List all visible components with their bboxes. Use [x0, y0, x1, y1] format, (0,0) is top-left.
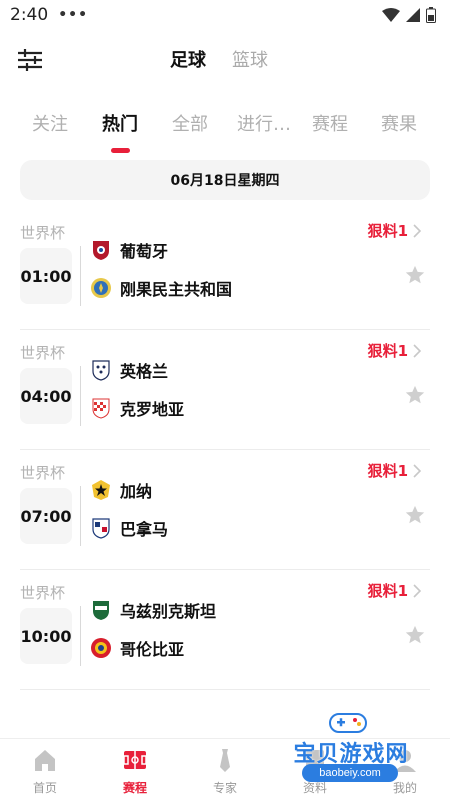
sport-tabs: 足球 篮球	[170, 46, 268, 72]
divider	[80, 246, 81, 306]
league-label: 世界杯	[20, 344, 66, 362]
notification-dots-icon: •••	[58, 7, 89, 23]
nav-schedule[interactable]: 赛程	[105, 747, 165, 796]
active-tab-indicator	[111, 148, 130, 153]
nav-label: 资料	[302, 781, 327, 795]
nav-label: 我的	[392, 781, 417, 795]
home-team[interactable]: 葡萄牙	[90, 238, 168, 262]
favorite-star-icon[interactable]	[404, 384, 426, 406]
chevron-right-icon	[413, 463, 422, 478]
tab-results[interactable]: 赛果	[381, 110, 417, 136]
favorite-star-icon[interactable]	[404, 624, 426, 646]
portugal-crest-icon	[93, 241, 109, 260]
uzbekistan-crest-icon	[93, 601, 109, 620]
ghana-crest-icon	[92, 480, 110, 500]
nav-label: 专家	[212, 781, 237, 795]
tip-label: 狠料1	[367, 582, 408, 600]
tip-label: 狠料1	[367, 222, 408, 240]
nav-profile[interactable]: 我的	[375, 747, 435, 796]
tab-follow[interactable]: 关注	[32, 110, 68, 136]
tab-live[interactable]: 进行…	[237, 110, 291, 136]
nav-label: 赛程	[122, 781, 147, 795]
tab-basketball[interactable]: 篮球	[232, 46, 268, 72]
tip-link[interactable]: 狠料1	[368, 340, 422, 361]
match-time: 07:00	[20, 488, 72, 544]
league-label: 世界杯	[20, 224, 66, 242]
match-time: 04:00	[20, 368, 72, 424]
england-crest-icon	[92, 360, 110, 381]
tab-all[interactable]: 全部	[172, 110, 208, 136]
match-row[interactable]: 世界杯 狠料1 10:00 乌兹别克斯坦 哥伦比亚	[20, 570, 430, 690]
home-team[interactable]: 乌兹别克斯坦	[90, 598, 216, 622]
away-team[interactable]: 哥伦比亚	[90, 636, 184, 660]
away-team-name: 巴拿马	[120, 520, 169, 539]
away-team-name: 克罗地亚	[120, 400, 185, 419]
croatia-crest-icon	[92, 398, 110, 419]
wifi-icon	[382, 8, 400, 22]
divider	[80, 486, 81, 546]
battery-icon	[426, 7, 436, 23]
tip-link[interactable]: 狠料1	[368, 580, 422, 601]
dr-congo-crest-icon	[91, 278, 111, 298]
home-team[interactable]: 英格兰	[90, 358, 168, 382]
favorite-star-icon[interactable]	[404, 504, 426, 526]
home-team-name: 乌兹别克斯坦	[120, 602, 217, 621]
nav-label: 首页	[32, 781, 57, 795]
status-icons	[382, 7, 436, 23]
divider	[80, 606, 81, 666]
user-icon	[394, 750, 416, 772]
status-time: 2:40	[10, 5, 49, 25]
bottom-navigation: 首页 赛程 专家 资料 我的	[0, 738, 450, 800]
tip-link[interactable]: 狠料1	[368, 460, 422, 481]
gamepad-icon	[329, 713, 367, 733]
category-tabs: 关注 热门 全部 进行… 赛程 赛果	[0, 110, 450, 160]
away-team[interactable]: 克罗地亚	[90, 396, 184, 420]
tie-icon	[220, 749, 230, 772]
chevron-right-icon	[413, 583, 422, 598]
nav-data[interactable]: 资料	[285, 747, 345, 796]
away-team-name: 哥伦比亚	[120, 640, 185, 659]
nav-expert[interactable]: 专家	[195, 747, 255, 796]
home-team-name: 葡萄牙	[120, 242, 169, 261]
tab-schedule[interactable]: 赛程	[312, 110, 348, 136]
chevron-right-icon	[413, 343, 422, 358]
colombia-crest-icon	[91, 638, 111, 658]
match-row[interactable]: 世界杯 狠料1 04:00 英格兰 克罗地亚	[20, 330, 430, 450]
away-team-name: 刚果民主共和国	[120, 280, 233, 299]
match-row[interactable]: 世界杯 狠料1 07:00 加纳 巴拿马	[20, 450, 430, 570]
league-label: 世界杯	[20, 584, 66, 602]
match-row[interactable]: 世界杯 狠料1 01:00 葡萄牙 刚果民主共和国	[20, 210, 430, 330]
home-icon	[35, 750, 55, 771]
data-icon	[306, 750, 324, 771]
home-team-name: 英格兰	[120, 362, 169, 381]
tip-label: 狠料1	[367, 342, 408, 360]
filter-settings-icon[interactable]	[14, 44, 46, 76]
match-time: 01:00	[20, 248, 72, 304]
status-bar: 2:40 •••	[0, 0, 450, 30]
divider	[80, 366, 81, 426]
favorite-star-icon[interactable]	[404, 264, 426, 286]
signal-icon	[406, 8, 420, 22]
pitch-icon	[123, 751, 147, 769]
match-time: 10:00	[20, 608, 72, 664]
away-team[interactable]: 刚果民主共和国	[90, 276, 232, 300]
tip-link[interactable]: 狠料1	[368, 220, 422, 241]
tip-label: 狠料1	[367, 462, 408, 480]
chevron-right-icon	[413, 223, 422, 238]
tab-hot[interactable]: 热门	[102, 110, 138, 136]
home-team-name: 加纳	[120, 482, 153, 501]
nav-home[interactable]: 首页	[15, 747, 75, 796]
home-team[interactable]: 加纳	[90, 478, 152, 502]
date-selector[interactable]: 06月18日星期四	[20, 160, 430, 200]
away-team[interactable]: 巴拿马	[90, 516, 168, 540]
tab-football[interactable]: 足球	[170, 46, 206, 72]
header: 足球 篮球	[0, 40, 450, 80]
league-label: 世界杯	[20, 464, 66, 482]
panama-crest-icon	[92, 518, 110, 539]
